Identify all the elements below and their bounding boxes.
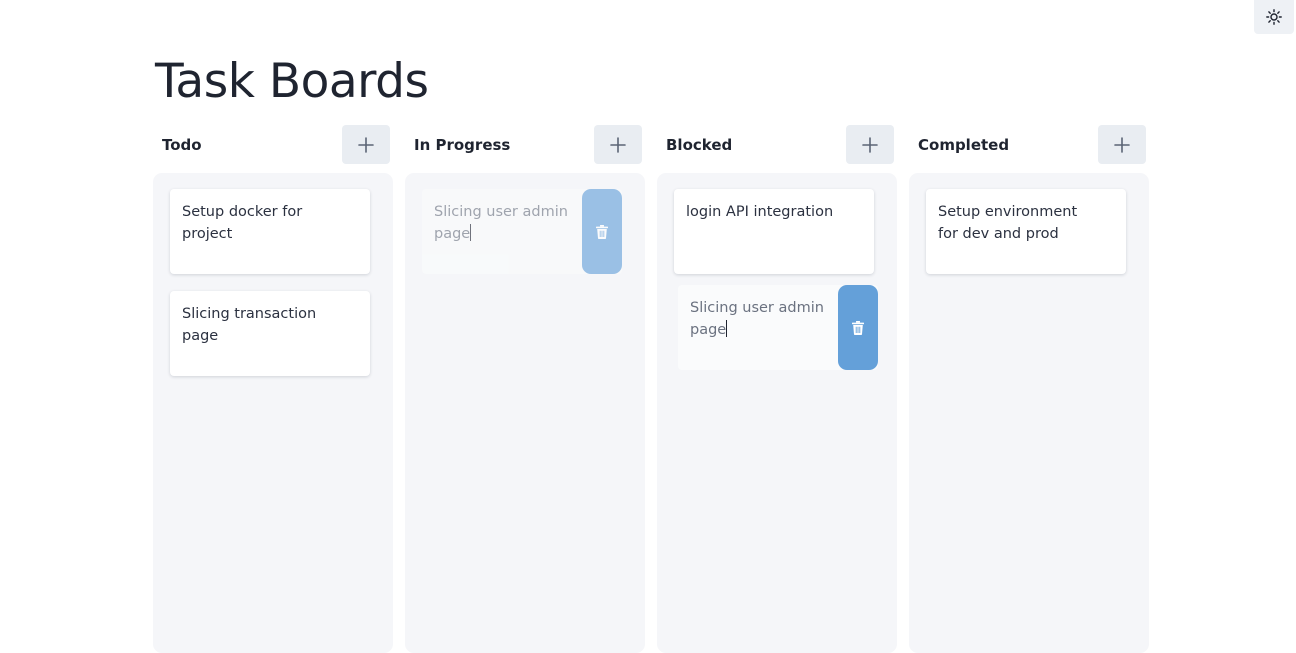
task-card[interactable]: Setup docker for project xyxy=(170,189,370,274)
board-title: In Progress xyxy=(414,136,511,154)
board-header: Todo xyxy=(153,125,393,165)
board-header: In Progress xyxy=(405,125,645,165)
plus-icon xyxy=(610,136,626,153)
task-card[interactable]: login API integration xyxy=(674,189,874,274)
add-card-button[interactable] xyxy=(1098,125,1146,164)
delete-card-button[interactable] xyxy=(582,189,622,274)
board-title: Todo xyxy=(162,136,202,154)
board-todo: Todo Setup docker for project Slicing tr… xyxy=(153,125,393,653)
text-caret xyxy=(726,320,728,337)
board-header: Completed xyxy=(909,125,1149,165)
board-column[interactable]: Setup environment for dev and prod xyxy=(909,173,1149,653)
task-card-text: login API integration xyxy=(686,204,834,220)
task-card[interactable]: Setup environment for dev and prod xyxy=(926,189,1126,274)
task-card-text: Slicing transaction page xyxy=(182,306,317,344)
task-card-text: Setup docker for project xyxy=(182,204,303,242)
board-header: Blocked xyxy=(657,125,897,165)
add-card-button[interactable] xyxy=(342,125,390,164)
plus-icon xyxy=(862,136,878,153)
board-completed: Completed Setup environment for dev and … xyxy=(909,125,1149,653)
task-card-dragging[interactable]: Slicing user admin page xyxy=(678,285,878,370)
theme-toggle-button[interactable] xyxy=(1254,0,1294,34)
task-card[interactable]: Slicing transaction page xyxy=(170,291,370,376)
board-in-progress: In Progress Slicing user admin page xyxy=(405,125,645,653)
board-blocked: Blocked login API integration Slicing us… xyxy=(657,125,897,653)
page-title: Task Boards xyxy=(155,54,429,109)
add-card-button[interactable] xyxy=(846,125,894,164)
board-column[interactable]: Slicing user admin page xyxy=(405,173,645,653)
plus-icon xyxy=(1114,136,1130,153)
plus-icon xyxy=(358,136,374,153)
text-caret xyxy=(470,224,472,241)
trash-icon xyxy=(852,320,864,335)
task-card-text: Slicing user admin page xyxy=(690,300,824,338)
add-card-button[interactable] xyxy=(594,125,642,164)
delete-card-button[interactable] xyxy=(838,285,878,370)
sun-icon xyxy=(1266,9,1282,25)
task-card-text: Slicing user admin page xyxy=(434,204,568,242)
board-title: Completed xyxy=(918,136,1010,154)
task-card-placeholder[interactable]: Slicing user admin page xyxy=(422,189,622,274)
task-card-text: Setup environment for dev and prod xyxy=(938,204,1078,242)
trash-icon xyxy=(596,224,608,239)
board-column[interactable]: login API integration Slicing user admin… xyxy=(657,173,897,653)
board-title: Blocked xyxy=(666,136,733,154)
board-column[interactable]: Setup docker for project Slicing transac… xyxy=(153,173,393,653)
